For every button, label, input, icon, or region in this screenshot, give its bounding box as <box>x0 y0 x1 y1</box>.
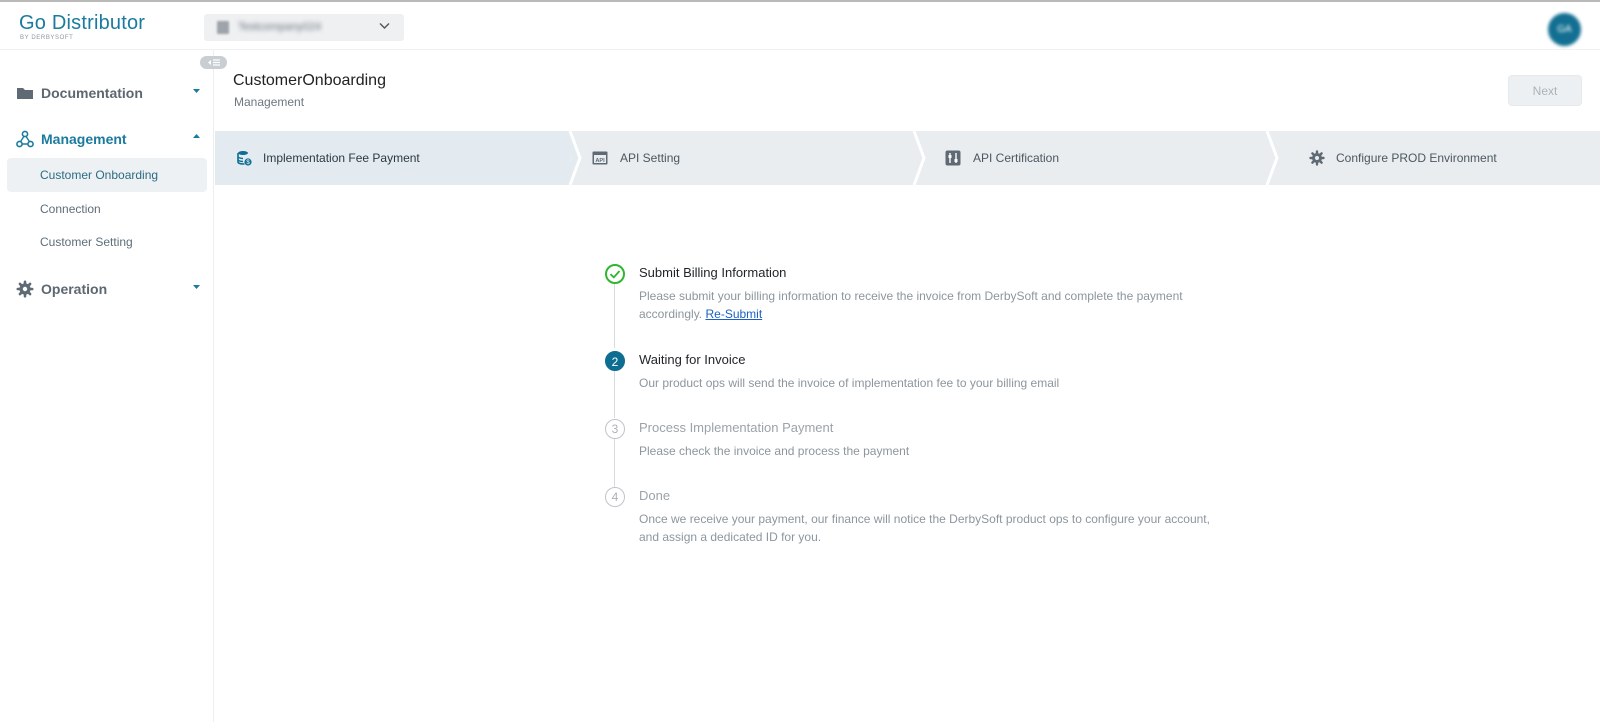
step-number-badge: 2 <box>605 351 625 371</box>
sidebar-item-label: Customer Onboarding <box>40 168 159 182</box>
next-button[interactable]: Next <box>1508 75 1582 106</box>
gear-icon <box>16 280 34 298</box>
check-icon <box>605 264 625 284</box>
step-divider <box>1265 131 1279 185</box>
step-implementation-fee-payment[interactable]: $ Implementation Fee Payment <box>215 131 570 185</box>
company-select[interactable]: Testcompany024 <box>204 14 404 41</box>
step-label: Configure PROD Environment <box>1336 151 1497 165</box>
sidebar-group-label: Documentation <box>41 85 143 101</box>
progress-step-desc: Please check the invoice and process the… <box>639 444 910 458</box>
sidebar-item-customer-setting[interactable]: Customer Setting <box>7 225 207 259</box>
step-number-badge: 4 <box>605 487 625 507</box>
sidebar-collapse-toggle[interactable] <box>200 56 227 69</box>
caret-down-icon <box>192 86 201 97</box>
sidebar-group-operation[interactable]: Operation <box>0 276 214 302</box>
avatar[interactable]: GA <box>1548 13 1581 46</box>
step-divider <box>912 131 926 185</box>
caret-down-icon <box>192 282 201 293</box>
page-title: CustomerOnboarding <box>233 72 386 89</box>
svg-text:API: API <box>595 158 605 164</box>
sidebar-item-label: Connection <box>40 202 101 216</box>
step-configure-prod-environment[interactable]: Configure PROD Environment <box>1281 131 1600 185</box>
sidebar-group-label: Management <box>41 131 127 147</box>
company-select-value: Testcompany024 <box>238 21 322 33</box>
progress-step-desc: Please submit your billing information t… <box>639 287 1229 323</box>
progress-connector <box>614 439 615 487</box>
chevron-down-icon <box>378 19 391 35</box>
logo-subtext: BY DERBYSOFT <box>20 35 74 41</box>
sidebar-group-management[interactable]: Management <box>0 126 214 152</box>
caret-up-icon <box>192 132 201 143</box>
sidebar-item-label: Customer Setting <box>40 235 133 249</box>
sidebar-item-connection[interactable]: Connection <box>7 192 207 226</box>
sidebar-group-documentation[interactable]: Documentation <box>0 80 214 106</box>
progress-connector <box>614 371 615 418</box>
top-header: Go Distributor BY DERBYSOFT Testcompany0… <box>0 4 1600 50</box>
network-icon <box>16 130 34 148</box>
progress-step-title: Done <box>639 488 671 503</box>
building-icon <box>217 21 229 34</box>
logo-text: Go Distributor <box>19 12 146 34</box>
gear-icon <box>1309 150 1325 166</box>
coin-stack-icon: $ <box>236 150 252 166</box>
step-label: Implementation Fee Payment <box>263 151 420 165</box>
step-label: API Certification <box>973 151 1060 165</box>
sidebar-item-customer-onboarding[interactable]: Customer Onboarding <box>7 158 207 192</box>
progress-step-title: Process Implementation Payment <box>639 420 834 435</box>
progress-step-desc: Our product ops will send the invoice of… <box>639 376 1060 390</box>
sidebar-group-label: Operation <box>41 281 108 297</box>
progress-step-title: Waiting for Invoice <box>639 352 746 367</box>
step-number-badge: 3 <box>605 419 625 439</box>
sidebar: Documentation Management Customer Onboar… <box>0 50 214 722</box>
progress-connector <box>614 284 615 348</box>
sliders-icon <box>945 150 961 166</box>
onboarding-stepper: $ Implementation Fee Payment API API Set… <box>215 131 1600 185</box>
step-api-setting[interactable]: API API Setting <box>578 131 908 185</box>
progress-step-desc: Once we receive your payment, our financ… <box>639 512 1210 544</box>
api-window-icon: API <box>592 150 608 166</box>
progress-step-title: Submit Billing Information <box>639 265 787 280</box>
page-header: CustomerOnboarding Management <box>215 50 1600 130</box>
resubmit-link[interactable]: Re-Submit <box>705 307 762 321</box>
step-label: API Setting <box>620 151 681 165</box>
app-logo[interactable]: Go Distributor BY DERBYSOFT <box>19 12 145 41</box>
step-api-certification[interactable]: API Certification <box>928 131 1258 185</box>
page-subtitle: Management <box>234 95 305 109</box>
folder-icon <box>16 84 34 102</box>
